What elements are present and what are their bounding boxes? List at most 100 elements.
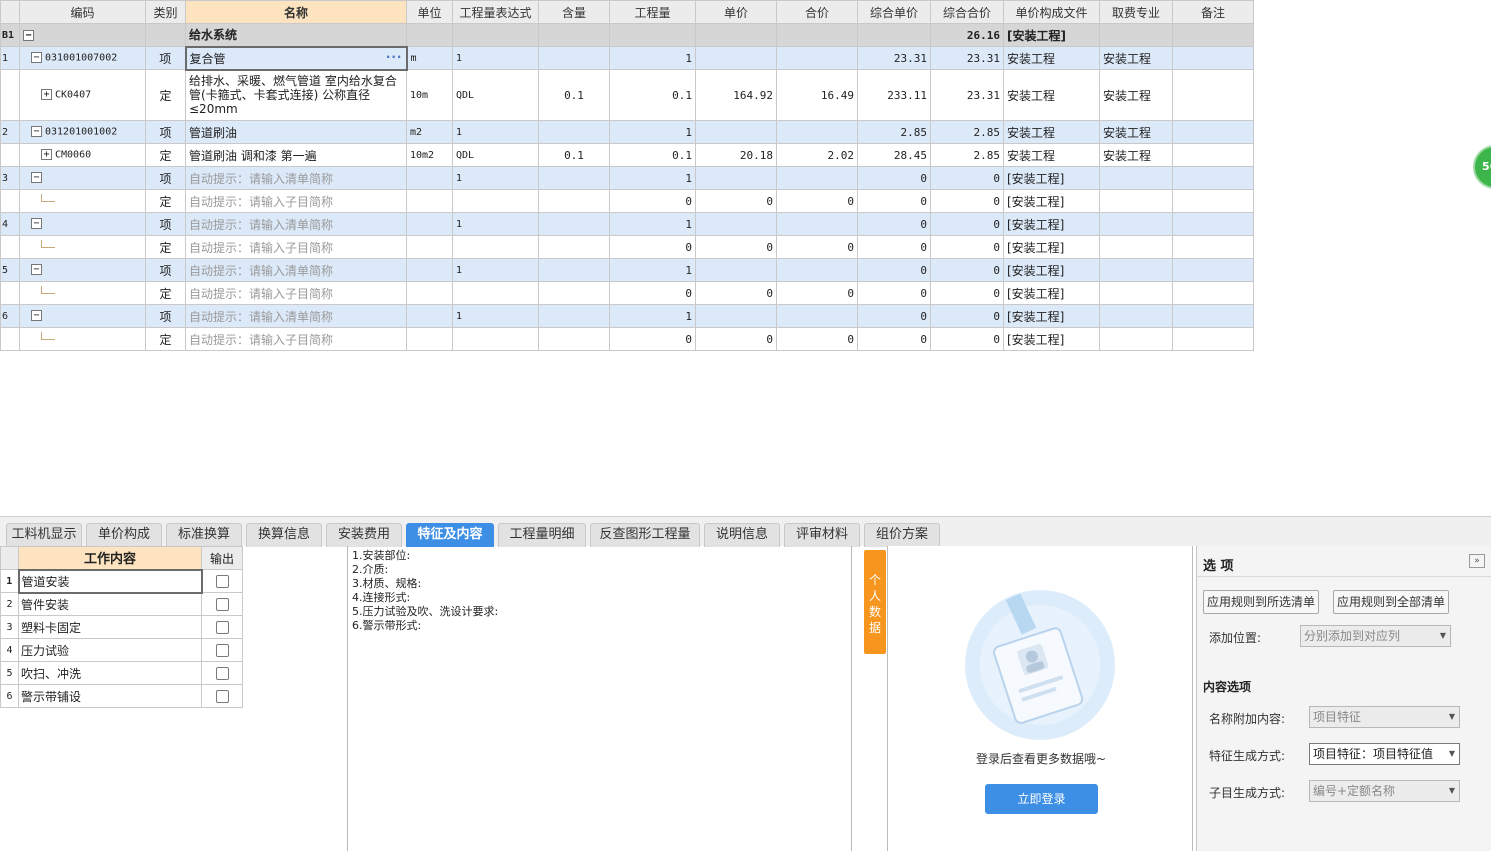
price-file-cell[interactable]: [安装工程] xyxy=(1003,235,1100,259)
header-composite-total[interactable]: 综合合价 xyxy=(930,0,1004,24)
content-cell[interactable] xyxy=(538,166,610,190)
tab-2[interactable]: 标准换算 xyxy=(166,523,242,547)
work-content-cell[interactable]: 警示带铺设 xyxy=(18,684,202,708)
composite-unit-price-cell[interactable]: 0 xyxy=(857,258,931,282)
category-cell[interactable]: 项 xyxy=(145,46,186,70)
unit-cell[interactable] xyxy=(406,304,453,328)
price-file-cell[interactable]: 安装工程 xyxy=(1003,46,1100,70)
composite-unit-price-cell[interactable]: 233.11 xyxy=(857,69,931,121)
remark-cell[interactable] xyxy=(1172,258,1254,282)
composite-total-cell[interactable]: 0 xyxy=(930,281,1004,305)
work-content-cell[interactable]: 压力试验 xyxy=(18,638,202,662)
unit-price-cell[interactable] xyxy=(695,46,777,70)
unit-cell[interactable] xyxy=(406,327,453,351)
code-cell[interactable]: −031001007002 xyxy=(19,46,146,70)
tab-10[interactable]: 组价方案 xyxy=(864,523,940,547)
composite-total-cell[interactable]: 0 xyxy=(930,166,1004,190)
category-cell[interactable]: 定 xyxy=(145,189,186,213)
collapse-icon[interactable]: − xyxy=(31,172,42,184)
price-file-cell[interactable]: 安装工程 xyxy=(1003,69,1100,121)
section-price-file[interactable]: [安装工程] xyxy=(1003,23,1100,47)
content-cell[interactable] xyxy=(538,189,610,213)
amount-cell[interactable] xyxy=(776,304,858,328)
tab-3[interactable]: 换算信息 xyxy=(246,523,322,547)
category-cell[interactable]: 定 xyxy=(145,281,186,305)
fee-major-cell[interactable] xyxy=(1099,189,1173,213)
composite-unit-price-cell[interactable]: 0 xyxy=(857,166,931,190)
content-cell[interactable] xyxy=(538,212,610,236)
collapse-icon[interactable]: − xyxy=(31,310,42,322)
unit-cell[interactable]: m2 xyxy=(406,120,453,144)
bill-item-row[interactable]: 4− 项自动提示：请输入清单简称 1 1 0 0 [安装工程] xyxy=(0,212,1254,236)
empty-cell[interactable] xyxy=(695,23,777,47)
work-row[interactable]: 2 管件安装 xyxy=(0,592,243,616)
code-cell[interactable]: − xyxy=(19,258,146,282)
collapse-icon[interactable]: − xyxy=(31,218,42,230)
output-cell[interactable] xyxy=(201,661,243,685)
name-cell[interactable]: 自动提示：请输入子目简称 xyxy=(185,235,407,259)
category-cell[interactable]: 定 xyxy=(145,143,186,167)
price-file-cell[interactable]: 安装工程 xyxy=(1003,143,1100,167)
expression-cell[interactable]: 1 xyxy=(452,46,539,70)
code-cell[interactable] xyxy=(19,327,146,351)
apply-rule-selected-button[interactable]: 应用规则到所选清单 xyxy=(1203,590,1319,614)
remark-cell[interactable] xyxy=(1172,23,1254,47)
work-content-cell[interactable]: 管道安装 xyxy=(17,568,203,594)
composite-unit-price-cell[interactable]: 0 xyxy=(857,327,931,351)
bill-item-row[interactable]: 2−031201001002 项管道刷油 m2 1 1 2.85 2.85 安装工程 安装工程 xyxy=(0,120,1254,144)
header-remark[interactable]: 备注 xyxy=(1172,0,1254,24)
category-cell[interactable] xyxy=(145,23,186,47)
name-cell[interactable]: 自动提示：请输入清单简称 xyxy=(185,304,407,328)
expression-cell[interactable]: QDL xyxy=(452,143,539,167)
amount-cell[interactable]: 0 xyxy=(776,327,858,351)
remark-cell[interactable] xyxy=(1172,304,1254,328)
remark-cell[interactable] xyxy=(1172,46,1254,70)
quantity-cell[interactable]: 1 xyxy=(609,258,696,282)
expression-cell[interactable] xyxy=(452,281,539,305)
category-cell[interactable]: 项 xyxy=(145,166,186,190)
expression-cell[interactable]: 1 xyxy=(452,212,539,236)
feature-mode-select[interactable]: 项目特征：项目特征值 ▼ xyxy=(1309,743,1460,765)
category-cell[interactable]: 项 xyxy=(145,212,186,236)
name-cell[interactable]: 自动提示：请输入清单简称 xyxy=(185,166,407,190)
collapse-icon[interactable]: » xyxy=(1469,554,1485,568)
unit-cell[interactable] xyxy=(406,235,453,259)
collapse-icon[interactable]: − xyxy=(31,52,42,64)
quantity-cell[interactable]: 1 xyxy=(609,46,696,70)
amount-cell[interactable]: 0 xyxy=(776,235,858,259)
header-quantity[interactable]: 工程量 xyxy=(609,0,696,24)
category-cell[interactable]: 项 xyxy=(145,258,186,282)
collapse-icon[interactable]: − xyxy=(31,126,42,138)
code-cell[interactable]: − xyxy=(19,166,146,190)
sub-mode-select[interactable]: 编号+定额名称 ▼ xyxy=(1309,780,1460,802)
apply-rule-all-button[interactable]: 应用规则到全部清单 xyxy=(1333,590,1449,614)
quota-item-row[interactable]: + CM0060 定管道刷油 调和漆 第一遍 10m2 QDL 0.1 0.1 20.18 2.… xyxy=(0,143,1254,167)
price-file-cell[interactable]: 安装工程 xyxy=(1003,120,1100,144)
personal-data-tab[interactable]: 个人数据 xyxy=(864,550,886,654)
unit-price-cell[interactable]: 164.92 xyxy=(695,69,777,121)
price-file-cell[interactable]: [安装工程] xyxy=(1003,212,1100,236)
composite-total-cell[interactable]: 2.85 xyxy=(930,120,1004,144)
header-code[interactable]: 编码 xyxy=(19,0,146,24)
fee-major-cell[interactable] xyxy=(1099,23,1173,47)
header-price-file[interactable]: 单价构成文件 xyxy=(1003,0,1100,24)
category-cell[interactable]: 项 xyxy=(145,120,186,144)
output-checkbox[interactable] xyxy=(215,690,229,703)
tab-8[interactable]: 说明信息 xyxy=(704,523,780,547)
unit-price-cell[interactable]: 0 xyxy=(695,281,777,305)
expression-cell[interactable]: QDL xyxy=(452,69,539,121)
add-position-select[interactable]: 分别添加到对应列 ▼ xyxy=(1300,625,1451,647)
unit-cell[interactable]: m xyxy=(406,46,453,70)
tab-1[interactable]: 单价构成 xyxy=(86,523,162,547)
composite-total-cell[interactable]: 0 xyxy=(930,189,1004,213)
remark-cell[interactable] xyxy=(1172,120,1254,144)
bill-item-row[interactable]: 3− 项自动提示：请输入清单简称 1 1 0 0 [安装工程] xyxy=(0,166,1254,190)
amount-cell[interactable]: 16.49 xyxy=(776,69,858,121)
code-cell[interactable]: + CM0060 xyxy=(19,143,146,167)
fee-major-cell[interactable] xyxy=(1099,235,1173,259)
output-checkbox[interactable] xyxy=(215,598,229,611)
tab-5[interactable]: 特征及内容 xyxy=(406,523,494,547)
price-file-cell[interactable]: [安装工程] xyxy=(1003,258,1100,282)
header-composite-unit-price[interactable]: 综合单价 xyxy=(857,0,931,24)
quota-item-row[interactable]: 定自动提示：请输入子目简称 0 0 0 0 0 [安装工程] xyxy=(0,327,1254,351)
